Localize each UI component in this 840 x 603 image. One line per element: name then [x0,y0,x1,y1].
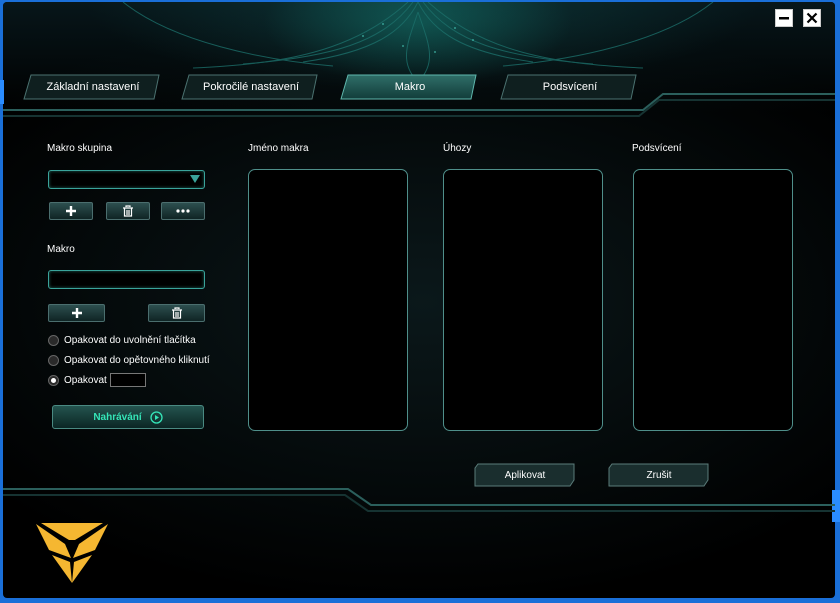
repeat-until-release-option[interactable]: Opakovat do uvolnění tlačítka [48,335,196,346]
tab-advanced-settings[interactable]: Pokročilé nastavení [181,74,321,100]
tab-label: Základní nastavení [46,81,140,93]
tab-macro[interactable]: Makro [340,74,480,100]
record-label: Nahrávání [93,411,142,423]
repeat-count-input[interactable] [109,373,146,387]
add-icon [66,206,76,216]
add-icon [71,308,82,318]
radio-button[interactable] [48,355,59,366]
keystrokes-list[interactable] [443,169,603,431]
apply-button[interactable]: Aplikovat [474,463,576,487]
tab-backlight[interactable]: Podsvícení [500,74,640,100]
add-macro-button[interactable] [48,304,105,322]
brand-logo [36,523,108,583]
more-macro-group-button[interactable] [161,202,205,220]
delete-macro-button[interactable] [148,304,205,322]
trash-icon [123,205,133,217]
delete-macro-group-button[interactable] [106,202,150,220]
close-button[interactable] [803,9,821,27]
tab-basic-settings[interactable]: Základní nastavení [23,74,163,100]
macro-name-input[interactable] [48,270,205,289]
record-button[interactable]: Nahrávání [52,405,204,429]
macro-name-list[interactable] [248,169,408,431]
cancel-button[interactable]: Zrušit [608,463,710,487]
tab-label: Pokročilé nastavení [203,81,299,93]
backlight-list[interactable] [633,169,793,431]
add-macro-group-button[interactable] [49,202,93,220]
more-icon [176,209,190,213]
macro-group-dropdown[interactable] [48,170,205,189]
minimize-icon [779,17,789,20]
repeat-option-label: Opakovat do uvolnění tlačítka [64,335,196,346]
macro-settings-window: Základní nastavení Pokročilé nastavení M… [3,2,835,598]
chevron-down-icon [190,175,200,183]
apply-label: Aplikovat [504,469,546,481]
repeat-count-option[interactable]: Opakovat [48,373,146,387]
radio-button[interactable] [48,335,59,346]
close-icon [806,12,818,24]
cancel-label: Zrušit [646,469,672,481]
radio-button[interactable] [48,374,59,386]
play-icon [150,410,163,424]
repeat-option-label: Opakovat do opětovného kliknutí [64,355,210,366]
trash-icon [171,307,182,319]
macro-label: Makro [47,244,75,255]
minimize-button[interactable] [775,9,793,27]
repeat-option-label: Opakovat [64,374,107,386]
backlight-column-label: Podsvícení [632,143,682,154]
keystrokes-column-label: Úhozy [443,143,472,154]
tab-label: Makro [394,81,426,93]
tab-label: Podsvícení [542,81,598,93]
macro-group-label: Makro skupina [47,143,113,154]
macro-name-column-label: Jméno makra [248,143,309,154]
repeat-until-click-option[interactable]: Opakovat do opětovného kliknutí [48,355,210,366]
